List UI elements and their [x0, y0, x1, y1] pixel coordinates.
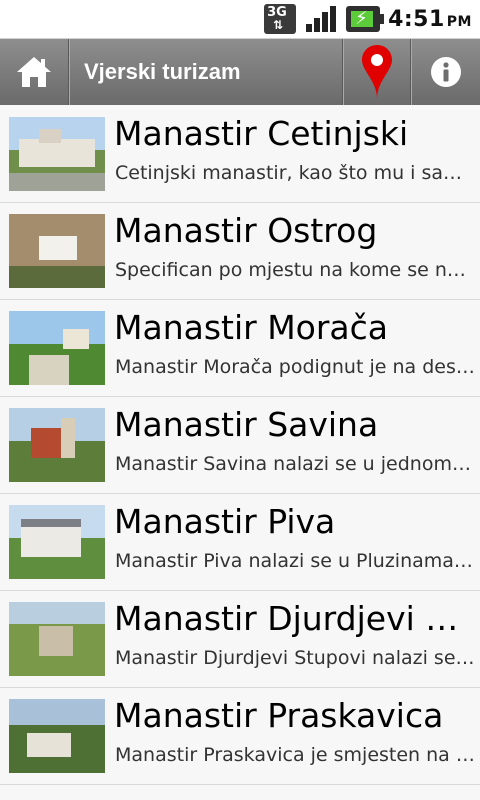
battery-charging-icon: ⚡ — [346, 6, 385, 32]
item-title: Manastir Savina — [114, 405, 379, 444]
item-description: Manastir Piva nalazi se u Pluzinama. Sag… — [115, 550, 475, 572]
item-description: Manastir Praskavica je smjesten na brdu — [115, 744, 475, 766]
monastery-thumbnail — [9, 117, 105, 191]
status-icons: 3G ⇅ ⚡ 4:51 PM — [264, 4, 472, 34]
list-item[interactable]: Manastir Praskavica Manastir Praskavica … — [0, 688, 480, 785]
item-description: Manastir Morača podignut je na desnoj ob… — [115, 356, 475, 378]
item-title: Manastir Praskavica — [114, 696, 444, 735]
page-title: Vjerski turizam — [84, 59, 241, 84]
list-item[interactable]: Manastir Djurdjevi Stupovi Manastir Djur… — [0, 591, 480, 688]
signal-strength-icon — [304, 4, 338, 34]
monastery-thumbnail — [9, 505, 105, 579]
item-description: Manastir Savina nalazi se u jednom od — [115, 453, 475, 475]
info-button[interactable] — [412, 39, 480, 105]
clock: 4:51 PM — [388, 7, 472, 32]
map-button[interactable] — [344, 39, 410, 105]
monastery-thumbnail — [9, 602, 105, 676]
list-item[interactable]: Manastir Savina Manastir Savina nalazi s… — [0, 397, 480, 494]
clock-time: 4:51 — [388, 6, 445, 32]
home-button[interactable] — [0, 39, 69, 105]
item-title: Manastir Ostrog — [114, 211, 378, 250]
list-item[interactable]: Manastir Morača Manastir Morača podignut… — [0, 300, 480, 397]
monastery-thumbnail — [9, 699, 105, 773]
list-item[interactable]: Manastir Piva Manastir Piva nalazi se u … — [0, 494, 480, 591]
status-bar: 3G ⇅ ⚡ 4:51 PM — [0, 0, 480, 39]
home-icon — [17, 57, 51, 87]
monastery-list: Manastir Cetinjski Cetinjski manastir, k… — [0, 106, 480, 785]
item-title: Manastir Morača — [114, 308, 389, 347]
monastery-thumbnail — [9, 214, 105, 288]
item-title: Manastir Cetinjski — [114, 114, 409, 153]
monastery-thumbnail — [9, 311, 105, 385]
clock-ampm: PM — [446, 13, 472, 30]
action-bar: Vjerski turizam — [0, 39, 480, 105]
item-description: Manastir Djurdjevi Stupovi nalazi se na — [115, 647, 475, 669]
item-description: Cetinjski manastir, kao što mu i samo im… — [115, 162, 475, 184]
map-pin-icon — [362, 45, 392, 99]
item-title: Manastir Piva — [114, 502, 336, 541]
monastery-thumbnail — [9, 408, 105, 482]
item-description: Specifican po mjestu na kome se nalazi — [115, 259, 475, 281]
info-icon — [431, 57, 461, 87]
item-title: Manastir Djurdjevi Stupovi — [114, 599, 474, 638]
list-item[interactable]: Manastir Ostrog Specifican po mjestu na … — [0, 203, 480, 300]
list-item[interactable]: Manastir Cetinjski Cetinjski manastir, k… — [0, 106, 480, 203]
network-3g-icon: 3G ⇅ — [264, 4, 297, 34]
